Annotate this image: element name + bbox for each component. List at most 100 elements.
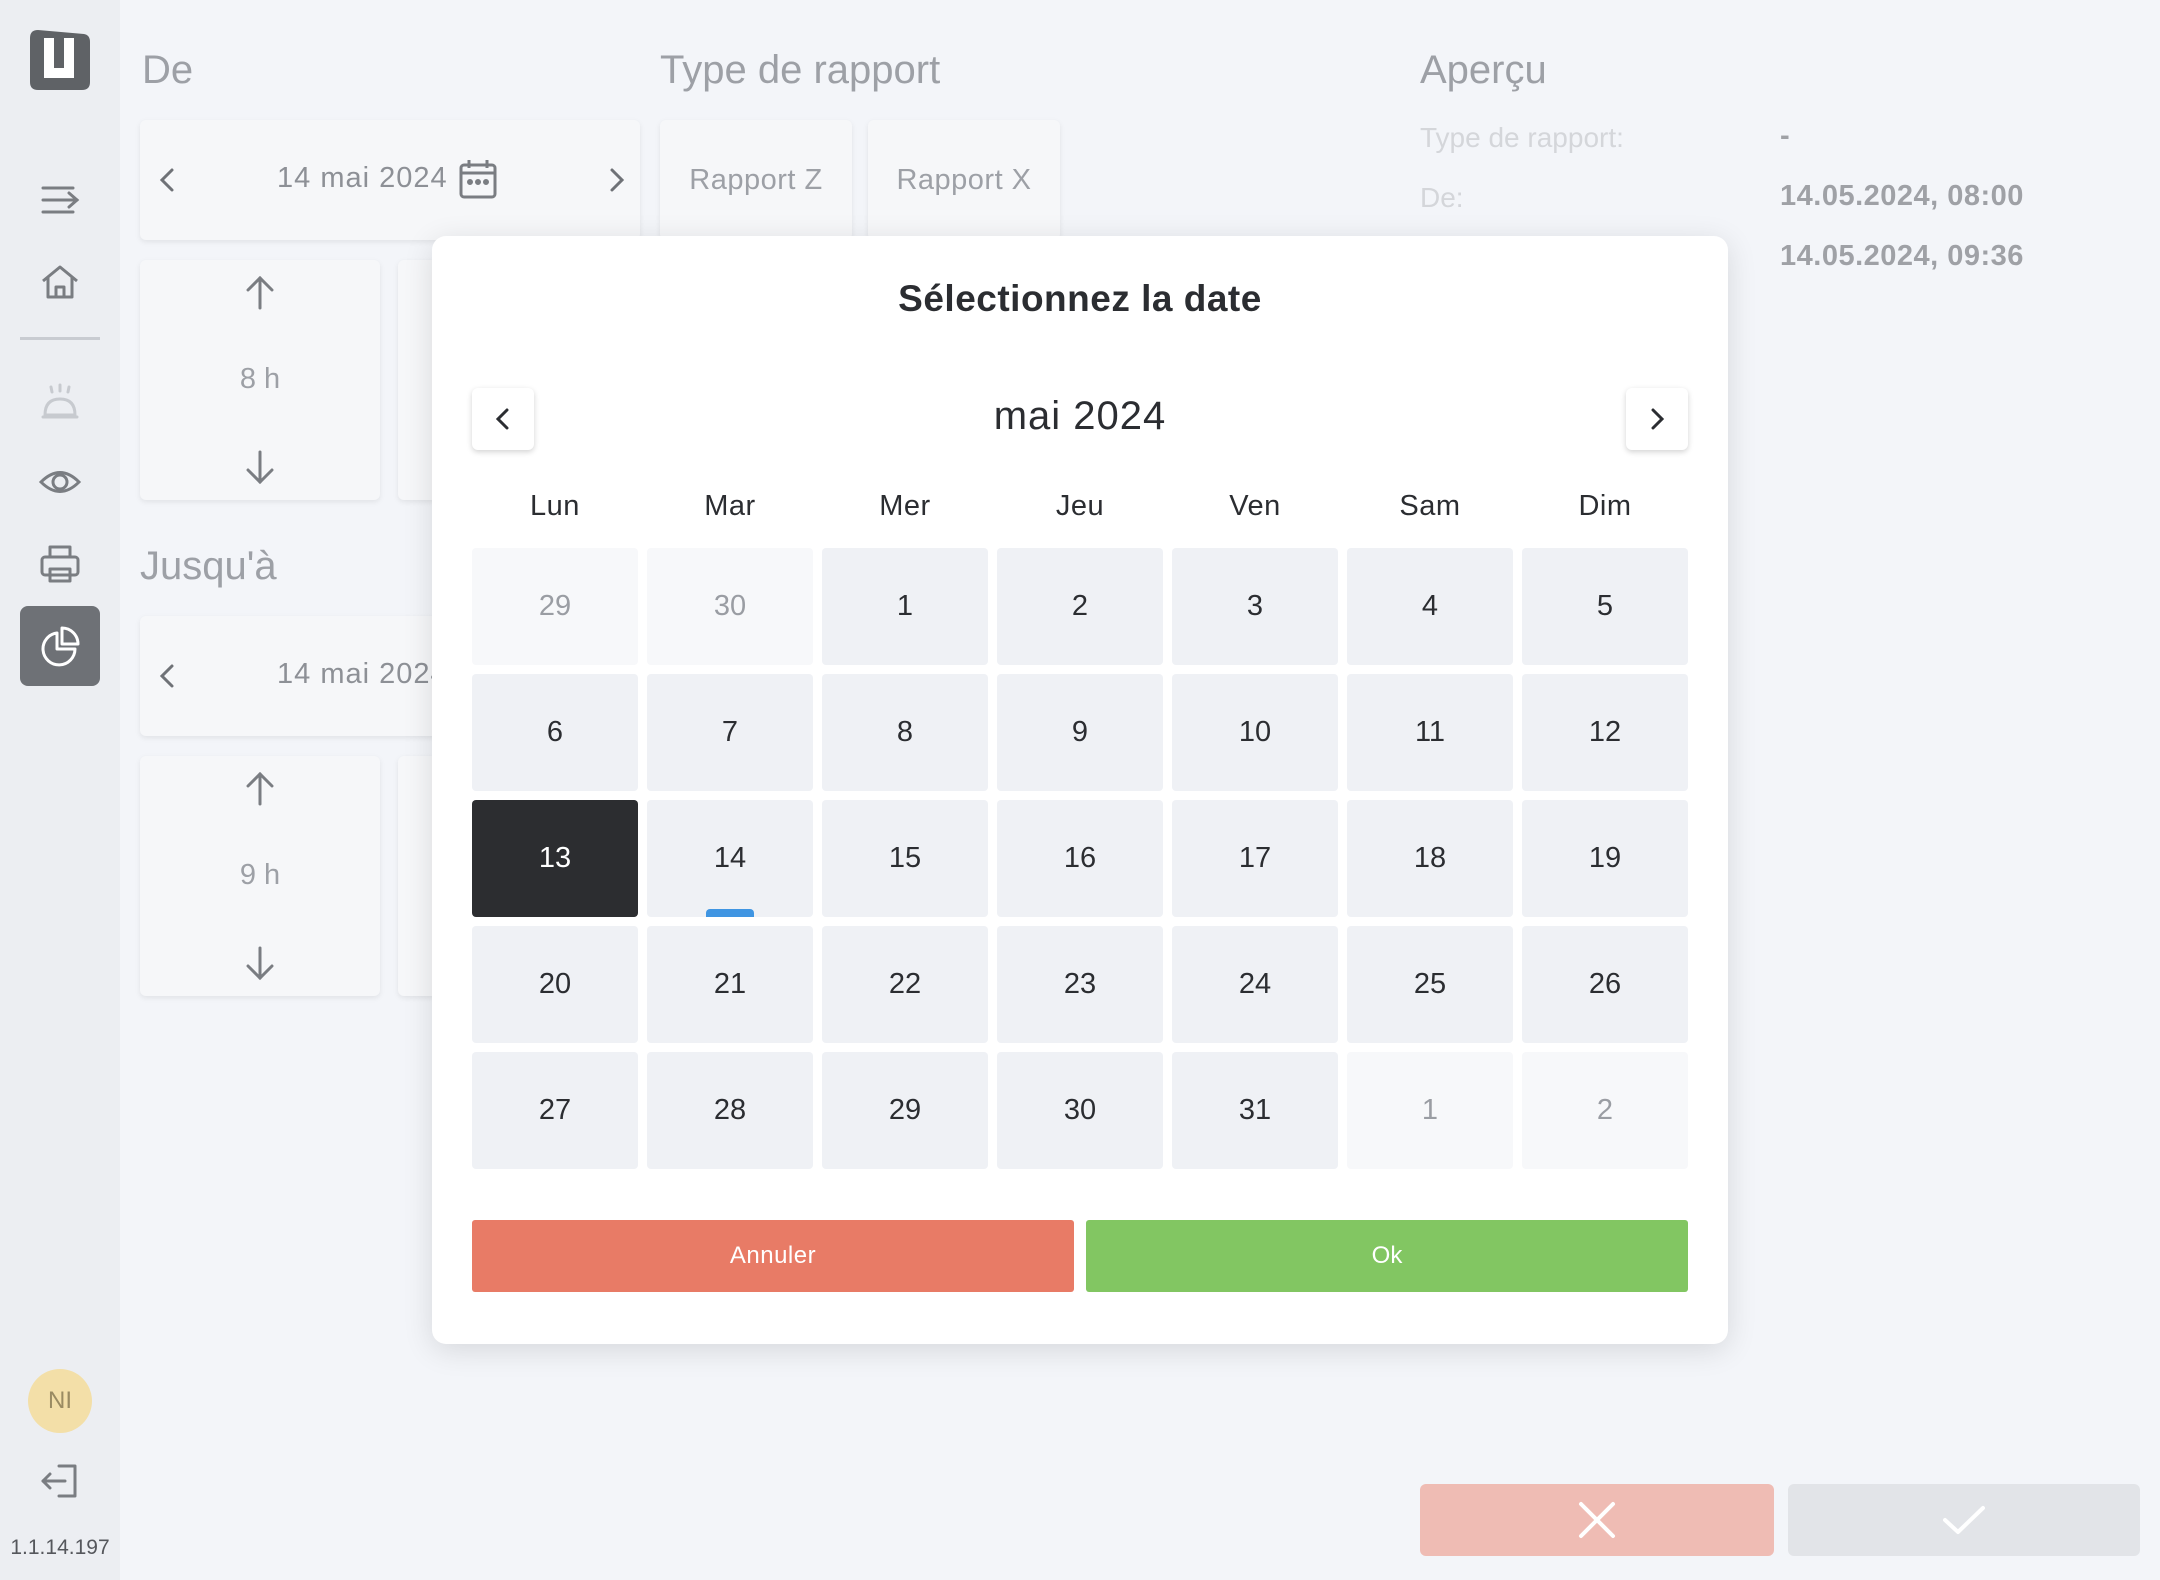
- until-hour-value: 9 h: [239, 859, 281, 891]
- day-cell[interactable]: 11: [1347, 674, 1513, 791]
- weekday-label: Jeu: [1055, 490, 1105, 522]
- day-number: 14: [713, 842, 747, 874]
- chevron-left-icon[interactable]: [152, 165, 182, 195]
- day-cell[interactable]: 16: [997, 800, 1163, 917]
- day-cell[interactable]: 18: [1347, 800, 1513, 917]
- weekday-header: Lun Mar Mer Jeu Ven Sam Dim: [472, 490, 1688, 523]
- cancel-button[interactable]: Annuler: [472, 1220, 1074, 1292]
- day-number: 1: [896, 590, 914, 622]
- day-number: 23: [1063, 968, 1097, 1000]
- day-cell[interactable]: 21: [647, 926, 813, 1043]
- day-cell[interactable]: 22: [822, 926, 988, 1043]
- until-date-picker[interactable]: 14 mai 2024: [140, 616, 447, 736]
- weekday-label: Mar: [704, 490, 756, 522]
- printer-icon[interactable]: [30, 534, 90, 594]
- day-cell[interactable]: 2: [997, 548, 1163, 665]
- eye-icon[interactable]: [30, 452, 90, 512]
- arrow-up-icon[interactable]: [238, 270, 282, 314]
- day-number: 2: [1071, 590, 1089, 622]
- day-cell[interactable]: 1: [1347, 1052, 1513, 1169]
- day-cell[interactable]: 17: [1172, 800, 1338, 917]
- day-cell[interactable]: 20: [472, 926, 638, 1043]
- day-number: 5: [1596, 590, 1614, 622]
- preview-report-type-value: -: [1780, 120, 1791, 152]
- day-number: 15: [888, 842, 922, 874]
- weekday-label: Lun: [530, 490, 580, 522]
- day-cell[interactable]: 8: [822, 674, 988, 791]
- weekday-label: Ven: [1229, 490, 1281, 522]
- day-cell[interactable]: 28: [647, 1052, 813, 1169]
- day-cell[interactable]: 6: [472, 674, 638, 791]
- day-cell[interactable]: 30: [997, 1052, 1163, 1169]
- weekday-label: Mer: [879, 490, 931, 522]
- arrow-down-icon[interactable]: [238, 446, 282, 490]
- until-hour-spinner[interactable]: 9 h: [140, 756, 380, 996]
- expand-menu-icon[interactable]: [30, 170, 90, 230]
- dialog-title: Sélectionnez la date: [898, 278, 1262, 319]
- month-label: mai 2024: [993, 394, 1167, 438]
- day-cell[interactable]: 31: [1172, 1052, 1338, 1169]
- from-hour-spinner[interactable]: 8 h: [140, 260, 380, 500]
- arrow-down-icon[interactable]: [238, 942, 282, 986]
- day-cell[interactable]: 12: [1522, 674, 1688, 791]
- day-cell[interactable]: 30: [647, 548, 813, 665]
- day-cell-selected[interactable]: 13: [472, 800, 638, 917]
- report-x-button[interactable]: Rapport X: [868, 120, 1060, 240]
- from-date-value: 14 mai 2024: [277, 162, 448, 194]
- day-cell[interactable]: 24: [1172, 926, 1338, 1043]
- preview-until-value: 14.05.2024, 09:36: [1780, 240, 2024, 272]
- ok-button[interactable]: Ok: [1086, 1220, 1688, 1292]
- day-cell[interactable]: 23: [997, 926, 1163, 1043]
- until-label: Jusqu'à: [140, 544, 277, 588]
- day-number: 29: [888, 1094, 922, 1126]
- day-number: 25: [1413, 968, 1447, 1000]
- user-avatar[interactable]: NI: [28, 1369, 92, 1433]
- day-cell[interactable]: 25: [1347, 926, 1513, 1043]
- day-number: 4: [1421, 590, 1439, 622]
- sidebar: NI 1.1.14.197: [0, 0, 120, 1580]
- chevron-right-icon[interactable]: [602, 165, 632, 195]
- day-cell[interactable]: 5: [1522, 548, 1688, 665]
- preview-report-type-label: Type de rapport:: [1420, 122, 1624, 153]
- next-month-button[interactable]: [1626, 388, 1688, 450]
- day-cell[interactable]: 7: [647, 674, 813, 791]
- day-cell[interactable]: 9: [997, 674, 1163, 791]
- pie-chart-icon[interactable]: [20, 606, 100, 686]
- from-date-picker[interactable]: 14 mai 2024: [140, 120, 640, 240]
- day-cell[interactable]: 2: [1522, 1052, 1688, 1169]
- bell-icon[interactable]: [30, 372, 90, 432]
- day-cell[interactable]: 10: [1172, 674, 1338, 791]
- footer-confirm-button[interactable]: [1788, 1484, 2140, 1556]
- preview-from-label: De:: [1420, 182, 1464, 213]
- day-number: 8: [896, 716, 914, 748]
- chevron-left-icon[interactable]: [152, 661, 182, 691]
- day-cell[interactable]: 19: [1522, 800, 1688, 917]
- day-number: 9: [1071, 716, 1089, 748]
- from-hour-value: 8 h: [239, 363, 281, 395]
- preview-title: Aperçu: [1420, 48, 1547, 92]
- day-number: 13: [538, 842, 572, 874]
- day-number: 2: [1596, 1094, 1614, 1126]
- chevron-right-icon: [1651, 408, 1665, 430]
- day-cell[interactable]: 4: [1347, 548, 1513, 665]
- logout-icon[interactable]: [30, 1451, 90, 1511]
- day-number: 7: [721, 716, 739, 748]
- day-cell-today[interactable]: 14: [647, 800, 813, 917]
- day-number: 16: [1063, 842, 1097, 874]
- today-indicator: [706, 909, 754, 917]
- report-z-button[interactable]: Rapport Z: [660, 120, 852, 240]
- arrow-up-icon[interactable]: [238, 766, 282, 810]
- day-number: 19: [1588, 842, 1622, 874]
- day-cell[interactable]: 3: [1172, 548, 1338, 665]
- date-picker-dialog: Sélectionnez la date mai 2024 Lun Mar Mer J…: [432, 236, 1728, 1344]
- day-cell[interactable]: 27: [472, 1052, 638, 1169]
- calendar-icon[interactable]: [458, 158, 498, 200]
- home-icon[interactable]: [30, 252, 90, 312]
- day-cell[interactable]: 29: [822, 1052, 988, 1169]
- day-cell[interactable]: 15: [822, 800, 988, 917]
- footer-cancel-button[interactable]: [1420, 1484, 1774, 1556]
- day-cell[interactable]: 1: [822, 548, 988, 665]
- day-cell[interactable]: 29: [472, 548, 638, 665]
- app-version: 1.1.14.197: [10, 1536, 110, 1559]
- day-cell[interactable]: 26: [1522, 926, 1688, 1043]
